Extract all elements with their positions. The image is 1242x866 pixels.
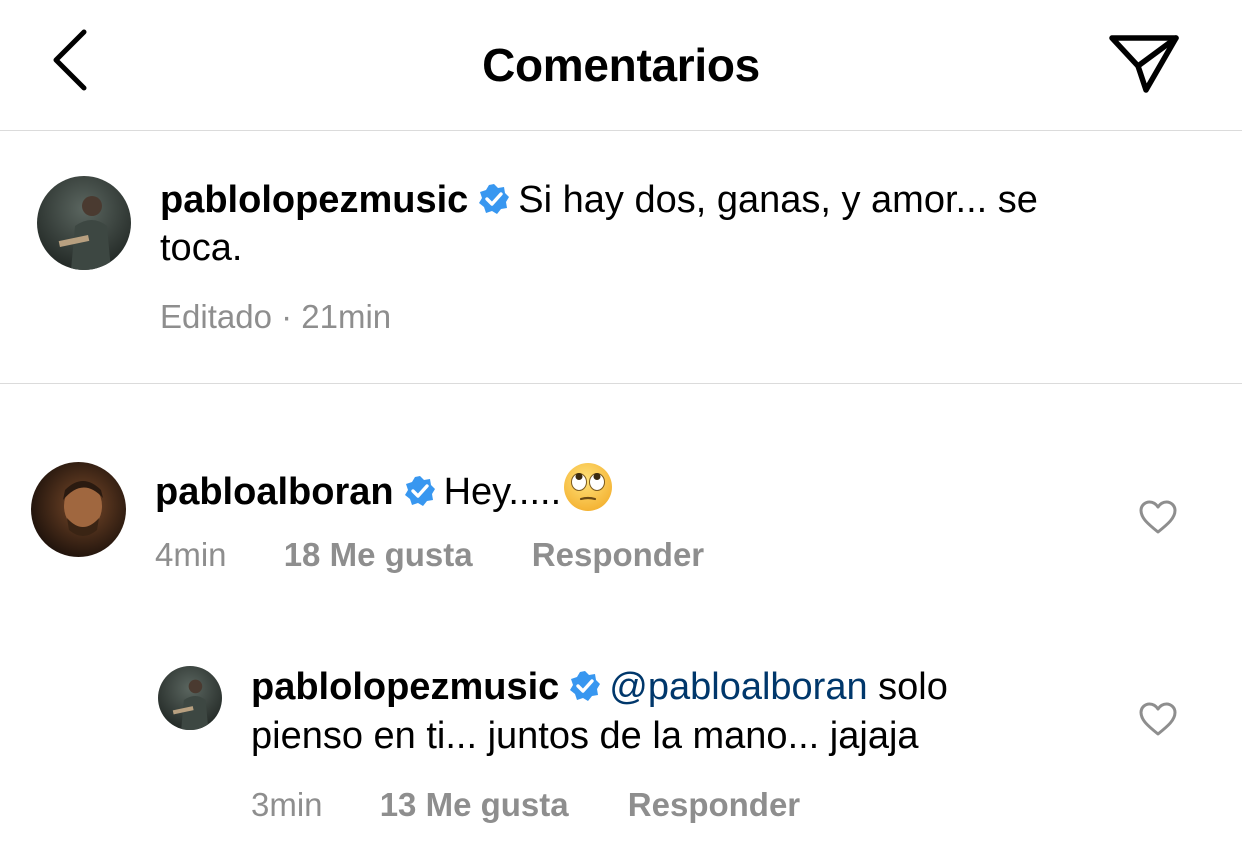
comment-2-likes[interactable]: 13 Me gusta xyxy=(380,786,569,823)
comment-2-time: 3min xyxy=(251,786,323,823)
header-bar: Comentarios xyxy=(0,0,1242,130)
caption-time: 21min xyxy=(301,298,392,335)
comment-2-reply-button[interactable]: Responder xyxy=(628,786,800,823)
comment-1-reply-button[interactable]: Responder xyxy=(532,536,704,573)
header-divider xyxy=(0,130,1242,131)
comment-2-meta: 3min 13 Me gusta Responder xyxy=(251,786,800,824)
comment-1-meta: 4min 18 Me gusta Responder xyxy=(155,536,704,574)
page-title: Comentarios xyxy=(482,39,760,91)
comment-2-text: solo xyxy=(878,666,948,708)
avatar-photo xyxy=(37,176,131,270)
comment-2-text-line-2: pienso en ti... juntos de la mano... jaj… xyxy=(251,715,919,757)
comment-2-mention[interactable]: @pabloalboran xyxy=(609,666,867,708)
caption-text-line-2: toca. xyxy=(160,227,243,269)
heart-icon[interactable] xyxy=(1138,499,1178,535)
comment-2-line-1: pablolopezmusic @pabloalboran solo xyxy=(251,663,948,711)
caption-meta: Editado · 21min xyxy=(160,298,391,336)
edited-label: Editado xyxy=(160,298,272,335)
comment-2-username[interactable]: pablolopezmusic xyxy=(251,666,559,708)
verified-badge-icon xyxy=(404,476,435,506)
avatar-photo xyxy=(158,666,222,730)
caption-username[interactable]: pablolopezmusic xyxy=(160,179,468,221)
caption-divider xyxy=(0,383,1242,384)
comment-1-likes[interactable]: 18 Me gusta xyxy=(284,536,473,573)
caption-text: Si hay dos, ganas, y amor... se xyxy=(518,179,1038,221)
comment-1-text: Hey..... xyxy=(443,471,562,513)
avatar[interactable] xyxy=(31,462,126,557)
comment-1-username[interactable]: pabloalboran xyxy=(155,471,394,513)
avatar[interactable] xyxy=(37,176,131,270)
rolling-eyes-emoji-icon xyxy=(564,463,613,511)
heart-icon[interactable] xyxy=(1138,701,1178,737)
meta-separator: · xyxy=(281,298,293,335)
caption-line-1: pablolopezmusic Si hay dos, ganas, y amor… xyxy=(160,176,1038,224)
comment-1-time: 4min xyxy=(155,536,227,573)
paper-plane-icon xyxy=(1109,35,1179,93)
comment-1-line: pabloalboran Hey..... xyxy=(155,462,613,516)
share-button[interactable] xyxy=(1106,28,1182,100)
verified-badge-icon xyxy=(570,671,601,701)
avatar-photo xyxy=(31,462,126,557)
avatar[interactable] xyxy=(158,666,222,730)
verified-badge-icon xyxy=(479,184,510,214)
